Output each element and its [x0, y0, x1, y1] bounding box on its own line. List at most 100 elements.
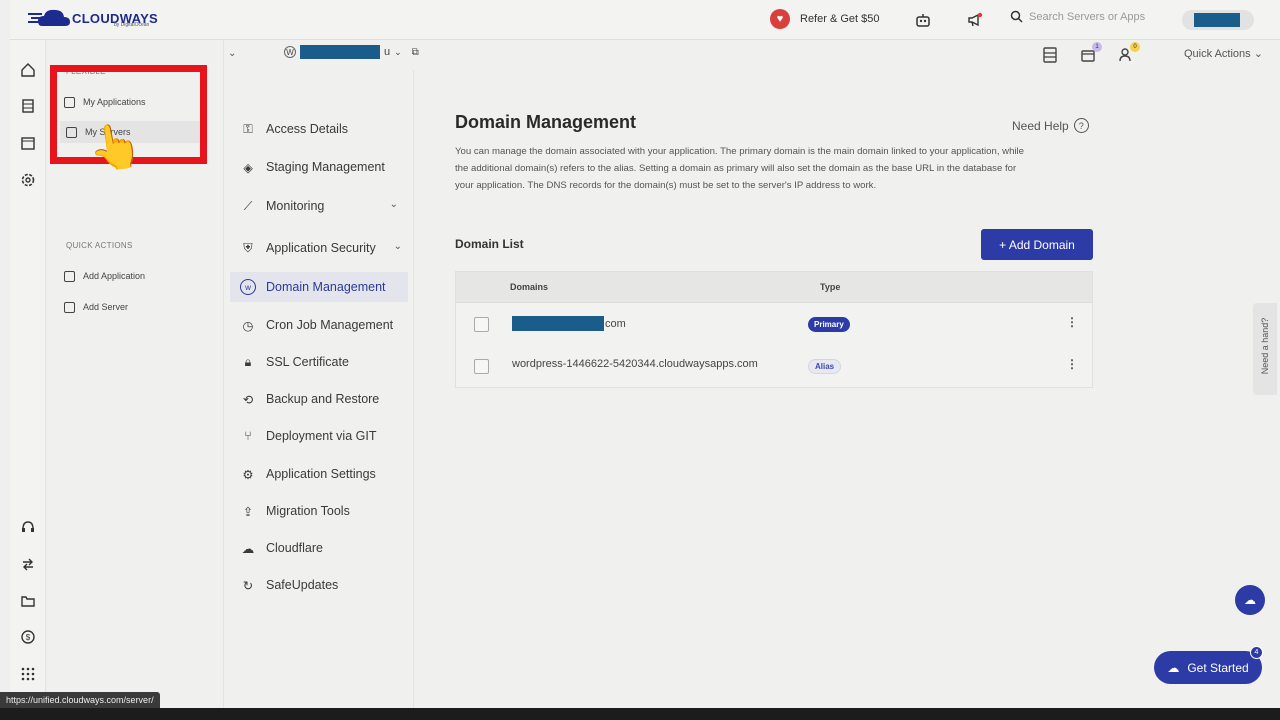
page-description: You can manage the domain associated wit… [455, 146, 1025, 191]
page-title: Domain Management [455, 112, 637, 132]
get-started-label: Get Started [1187, 660, 1249, 675]
team-icon[interactable]: 0 [1117, 42, 1140, 64]
settings-icon[interactable] [18, 170, 38, 190]
servers-icon[interactable] [18, 96, 38, 116]
app-name-suffix: u [384, 46, 391, 58]
menu-label: Cloudflare [266, 541, 323, 555]
table-row: wordpress-1446622-5420344.cloudwaysapps.… [456, 345, 1092, 387]
chevron-down-icon[interactable]: ⌄ [228, 48, 236, 59]
row-checkbox[interactable] [474, 317, 489, 332]
layers-icon: ◈ [243, 160, 253, 175]
robot-icon[interactable] [913, 10, 933, 30]
menu-label: Cron Job Management [266, 318, 394, 332]
row-checkbox[interactable] [474, 359, 489, 374]
menu-label: Deployment via GIT [266, 429, 377, 443]
menu-label: Application Settings [266, 467, 376, 481]
menu-access-details[interactable]: ⚿ Access Details [230, 114, 408, 144]
menu-migration-tools[interactable]: ⇪ Migration Tools [230, 496, 408, 526]
add-domain-button[interactable]: + Add Domain [981, 229, 1093, 260]
menu-domain-management[interactable]: w Domain Management [230, 272, 408, 302]
get-started-badge: 4 [1250, 646, 1263, 659]
column-type: Type [820, 282, 841, 292]
applications-icon[interactable] [18, 133, 38, 153]
menu-cloudflare[interactable]: ☁ Cloudflare [230, 533, 408, 563]
menu-label: Migration Tools [266, 504, 350, 518]
kebab-menu-icon[interactable]: ⋮ [1066, 315, 1078, 329]
column-domains: Domains [510, 282, 549, 292]
cloud-logo-icon [28, 9, 70, 26]
redacted-username [1194, 13, 1240, 27]
menu-ssl-certificate[interactable]: 🔒︎ SSL Certificate [230, 347, 408, 377]
apps-count-badge: 1 [1092, 42, 1102, 52]
top-bar: CLOUDWAYS by DigitalOcean ♥ Refer & Get … [10, 0, 1280, 40]
search-box[interactable]: Search Servers or Apps [1010, 10, 1145, 23]
get-started-button[interactable]: ☁ Get Started [1154, 651, 1262, 684]
quick-actions-label: Quick Actions [1184, 48, 1251, 60]
app-frame: CLOUDWAYS by DigitalOcean ♥ Refer & Get … [10, 0, 1280, 708]
menu-staging-management[interactable]: ◈ Staging Management [230, 152, 408, 182]
menu-monitoring[interactable]: ⟋ Monitoring ⌄ [230, 191, 408, 221]
type-badge-alias: Alias [808, 359, 842, 374]
grid-menu-icon[interactable] [18, 664, 38, 684]
user-menu[interactable] [1182, 10, 1254, 30]
chevron-down-icon: ⌄ [389, 199, 398, 210]
redacted-domain [512, 316, 604, 331]
sidebar-item-add-application[interactable]: Add Application [64, 265, 204, 287]
refer-link[interactable]: ♥ Refer & Get $50 [770, 9, 880, 29]
migrate-icon[interactable] [18, 554, 38, 574]
menu-safeupdates[interactable]: ↻ SafeUpdates [230, 570, 408, 600]
table-header: Domains Type [456, 272, 1092, 303]
need-a-hand-tab[interactable]: Need a hand? [1253, 303, 1277, 395]
need-help-label: Need Help [1012, 118, 1069, 133]
folder-icon[interactable] [18, 591, 38, 611]
key-icon: ⚿ [243, 121, 253, 136]
bottom-strip [0, 708, 1280, 720]
search-placeholder: Search Servers or Apps [1029, 10, 1146, 23]
table-row: com Primary ⋮ [456, 303, 1092, 345]
migrate-icon: ⇪ [242, 504, 254, 519]
billing-icon[interactable]: $ [18, 627, 38, 647]
clock-icon: ◷ [242, 318, 254, 333]
heart-icon: ♥ [770, 9, 790, 29]
chart-icon: ⟋ [243, 198, 253, 213]
cloud-icon: ☁ [1167, 660, 1180, 675]
external-link-icon[interactable]: ⧉ [412, 47, 419, 58]
domain-cell: wordpress-1446622-5420344.cloudwaysapps.… [512, 358, 758, 370]
menu-label: Backup and Restore [266, 392, 380, 406]
sidebar-item-add-server[interactable]: Add Server [64, 296, 204, 318]
domain-cell: com [512, 316, 626, 331]
menu-label: Application Security [266, 241, 376, 255]
lock-icon: 🔒︎ [244, 354, 252, 369]
chatbot-icon[interactable]: ☁ [1235, 585, 1265, 615]
home-icon[interactable] [18, 60, 38, 80]
server-icon[interactable] [1041, 46, 1059, 64]
menu-deployment-via-git[interactable]: ⑂ Deployment via GIT [230, 421, 408, 451]
menu-backup-and-restore[interactable]: ⟲ Backup and Restore [230, 384, 408, 414]
support-icon[interactable] [18, 517, 38, 537]
brand-subtitle: by DigitalOcean [114, 22, 150, 28]
menu-label: Access Details [266, 122, 348, 136]
type-badge-primary: Primary [808, 317, 850, 332]
chevron-down-icon: ⌄ [394, 46, 402, 57]
add-window-icon [64, 270, 75, 282]
megaphone-icon[interactable] [965, 10, 985, 30]
menu-label: SSL Certificate [266, 355, 349, 369]
menu-label: SafeUpdates [266, 578, 339, 592]
menu-label: Staging Management [266, 160, 385, 174]
www-icon: w [240, 279, 256, 295]
quick-actions-dropdown[interactable]: Quick Actions ⌄ [1184, 47, 1263, 60]
menu-application-settings[interactable]: ⚙ Application Settings [230, 459, 408, 489]
status-bar-url: https://unified.cloudways.com/server/ [0, 692, 160, 708]
app-context-bar: ⌄ W u ⌄ ⧉ 1 0 Quick Actions ⌄ [224, 40, 1280, 70]
domain-suffix: com [605, 317, 626, 330]
applications-icon[interactable]: 1 [1079, 42, 1102, 64]
kebab-menu-icon[interactable]: ⋮ [1066, 357, 1078, 371]
icon-rail: $ [10, 40, 46, 708]
shield-icon: ⛨ [243, 240, 253, 255]
menu-cron-job-management[interactable]: ◷ Cron Job Management [230, 310, 408, 340]
menu-label: Domain Management [266, 280, 386, 294]
refer-label: Refer & Get $50 [800, 13, 880, 25]
application-selector[interactable]: W u ⌄ ⧉ [284, 45, 419, 59]
menu-application-security[interactable]: ⛨ Application Security ⌄ [230, 233, 408, 263]
need-help-link[interactable]: Need Help ? [1012, 118, 1089, 133]
